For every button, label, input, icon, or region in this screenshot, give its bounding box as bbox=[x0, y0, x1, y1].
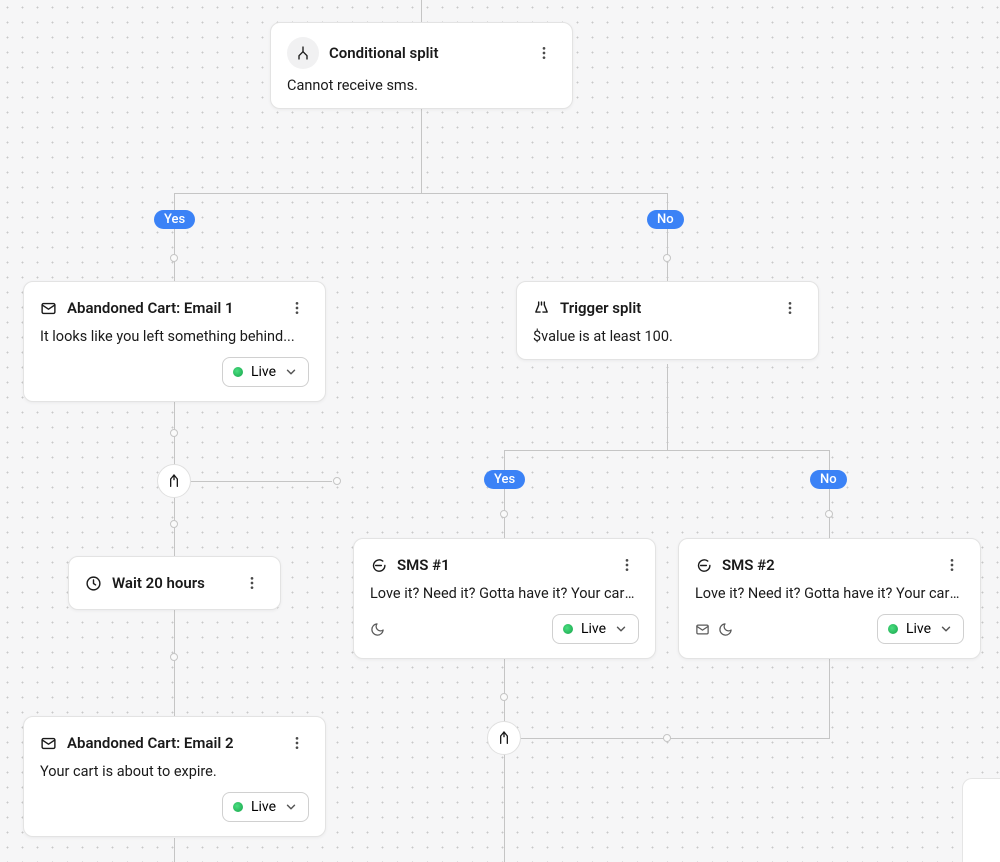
branch-label-yes: Yes bbox=[154, 210, 195, 229]
card-title: SMS #2 bbox=[722, 556, 930, 574]
node-dot bbox=[170, 653, 178, 661]
connector bbox=[421, 106, 422, 194]
connector bbox=[829, 658, 830, 739]
merge-node[interactable] bbox=[487, 721, 521, 755]
connector bbox=[174, 838, 175, 862]
trigger-split-card[interactable]: Trigger split $value is at least 100. bbox=[516, 281, 819, 360]
quiet-hours-icon bbox=[718, 622, 733, 637]
card-description: Love it? Need it? Gotta have it? Your ca… bbox=[370, 585, 639, 602]
node-dot bbox=[170, 254, 178, 262]
merge-node[interactable] bbox=[157, 464, 191, 498]
sms-2-card[interactable]: SMS #2 Love it? Need it? Gotta have it? … bbox=[678, 538, 981, 659]
status-dot-icon bbox=[233, 802, 243, 812]
node-dot bbox=[825, 510, 833, 518]
trigger-split-icon bbox=[533, 300, 550, 317]
status-select[interactable]: Live bbox=[552, 614, 639, 644]
connector bbox=[174, 606, 175, 716]
chevron-down-icon bbox=[284, 365, 298, 379]
card-description: It looks like you left something behind.… bbox=[40, 328, 309, 345]
status-label: Live bbox=[581, 621, 606, 637]
sms-1-card[interactable]: SMS #1 Love it? Need it? Gotta have it? … bbox=[353, 538, 656, 659]
more-button[interactable] bbox=[285, 731, 309, 755]
status-label: Live bbox=[251, 799, 276, 815]
quiet-hours-icon bbox=[370, 622, 385, 637]
email-icon bbox=[40, 300, 57, 317]
more-button[interactable] bbox=[532, 41, 556, 65]
chevron-down-icon bbox=[939, 622, 953, 636]
card-title: Trigger split bbox=[560, 299, 768, 317]
card-description: Your cart is about to expire. bbox=[40, 763, 309, 780]
more-button[interactable] bbox=[240, 571, 264, 595]
connector bbox=[504, 754, 505, 862]
status-dot-icon bbox=[233, 367, 243, 377]
status-select[interactable]: Live bbox=[877, 614, 964, 644]
status-select[interactable]: Live bbox=[222, 792, 309, 822]
sms-icon bbox=[695, 557, 712, 574]
connector bbox=[667, 193, 668, 281]
card-description: $value is at least 100. bbox=[533, 328, 802, 345]
connector bbox=[421, 0, 422, 22]
status-select[interactable]: Live bbox=[222, 357, 309, 387]
status-label: Live bbox=[251, 364, 276, 380]
split-icon bbox=[287, 37, 319, 69]
more-button[interactable] bbox=[778, 296, 802, 320]
connector bbox=[829, 450, 830, 538]
status-dot-icon bbox=[563, 624, 573, 634]
card-description: Love it? Need it? Gotta have it? Your ca… bbox=[695, 585, 964, 602]
node-dot bbox=[333, 477, 341, 485]
node-dot bbox=[663, 734, 671, 742]
card-title: Abandoned Cart: Email 1 bbox=[67, 299, 275, 317]
connector bbox=[174, 193, 175, 281]
status-label: Live bbox=[906, 621, 931, 637]
card-description: Cannot receive sms. bbox=[287, 77, 556, 94]
sms-icon bbox=[370, 557, 387, 574]
conditional-split-card[interactable]: Conditional split Cannot receive sms. bbox=[270, 22, 573, 109]
node-dot bbox=[170, 520, 178, 528]
more-button[interactable] bbox=[285, 296, 309, 320]
connector bbox=[504, 450, 505, 538]
node-dot bbox=[663, 254, 671, 262]
email-1-card[interactable]: Abandoned Cart: Email 1 It looks like yo… bbox=[23, 281, 326, 402]
node-dot bbox=[170, 429, 178, 437]
node-dot bbox=[500, 510, 508, 518]
branch-label-no: No bbox=[810, 470, 847, 489]
card-title: Abandoned Cart: Email 2 bbox=[67, 734, 275, 752]
card-title: SMS #1 bbox=[397, 556, 605, 574]
node-dot bbox=[500, 693, 508, 701]
more-button[interactable] bbox=[940, 553, 964, 577]
clock-icon bbox=[85, 575, 102, 592]
card-title: Wait 20 hours bbox=[112, 574, 230, 592]
branch-label-no: No bbox=[647, 210, 684, 229]
canvas-controls[interactable] bbox=[962, 778, 1000, 862]
branch-label-yes: Yes bbox=[484, 470, 525, 489]
connector bbox=[667, 364, 668, 450]
connector bbox=[504, 450, 830, 451]
email-icon bbox=[40, 735, 57, 752]
chevron-down-icon bbox=[284, 800, 298, 814]
more-button[interactable] bbox=[615, 553, 639, 577]
card-title: Conditional split bbox=[329, 44, 522, 62]
connector bbox=[174, 481, 332, 482]
email-2-card[interactable]: Abandoned Cart: Email 2 Your cart is abo… bbox=[23, 716, 326, 837]
wait-card[interactable]: Wait 20 hours bbox=[68, 556, 281, 610]
smart-send-icon bbox=[695, 622, 710, 637]
connector bbox=[174, 193, 668, 194]
chevron-down-icon bbox=[614, 622, 628, 636]
status-dot-icon bbox=[888, 624, 898, 634]
